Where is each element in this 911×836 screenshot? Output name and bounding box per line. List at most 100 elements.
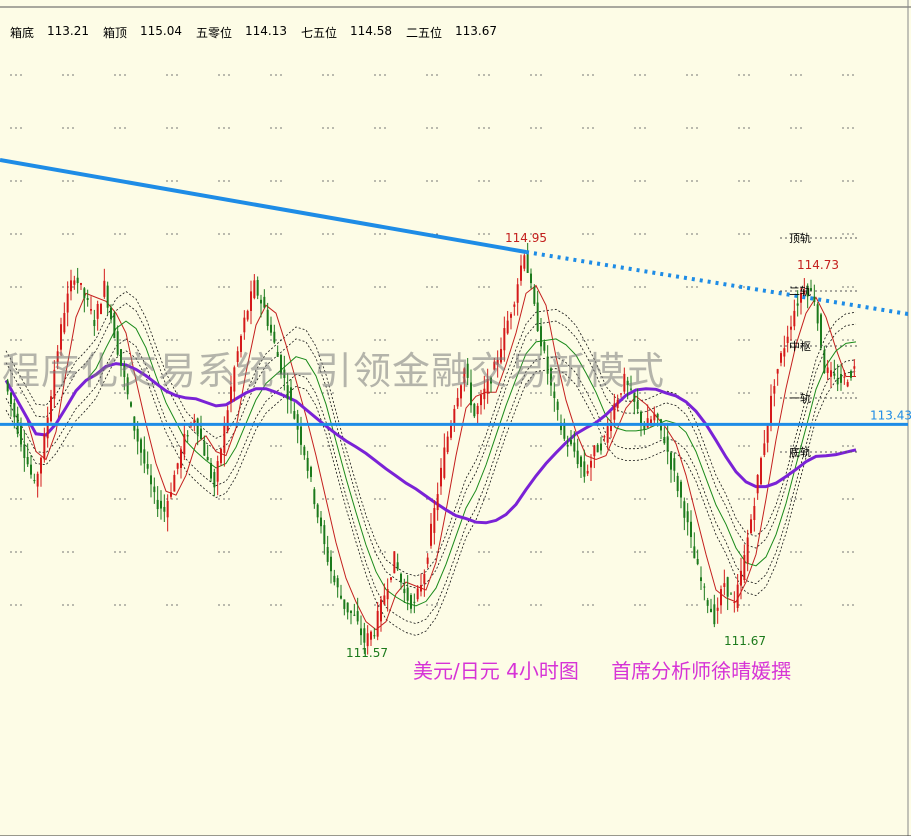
caption-title: 美元/日元 4小时图: [413, 659, 579, 683]
candle-body: [356, 611, 359, 622]
chart-canvas: 113.43 顶轨二轨中枢一轨底轨 114.95 111.57 111.67 114.73: [0, 0, 911, 836]
candle-body: [183, 433, 186, 455]
candle-body: [390, 577, 392, 580]
candle-body: [653, 413, 656, 421]
candle-body: [66, 293, 69, 313]
level-500-value: 114.13: [245, 24, 287, 38]
candle-body: [576, 450, 579, 465]
candle-body: [823, 350, 826, 373]
candle-body: [580, 456, 582, 467]
candle-body: [316, 504, 319, 518]
candle-body: [366, 633, 369, 647]
candle-body: [226, 410, 229, 432]
candle-body: [200, 428, 202, 439]
candle-body: [293, 411, 296, 419]
candle-body: [666, 436, 669, 452]
candle-body: [353, 614, 356, 616]
candle-body: [36, 473, 39, 487]
candle-body: [590, 460, 592, 468]
box-top-label: 箱顶: [103, 26, 128, 40]
candle-body: [433, 508, 436, 533]
candle-body: [70, 280, 72, 292]
candle-body: [330, 556, 332, 572]
candle-body: [76, 277, 79, 284]
channel-label: 底轨: [789, 445, 811, 459]
candle-body: [380, 599, 382, 622]
candle-body: [180, 449, 182, 468]
level-500-label: 五零位: [196, 26, 233, 40]
candle-body: [343, 599, 346, 609]
candle-body: [716, 607, 719, 611]
candle-body: [586, 470, 589, 474]
chart-caption: 美元/日元 4小时图 首席分析师徐晴媛撰: [413, 655, 791, 684]
candle-body: [446, 436, 449, 453]
candle-body: [583, 461, 586, 477]
candle-body: [703, 586, 706, 588]
candle-body: [313, 489, 316, 505]
candle-body: [700, 577, 702, 582]
candle-body: [816, 304, 819, 324]
candle-body: [256, 279, 259, 296]
candle-body: [96, 303, 99, 319]
candle-body: [456, 397, 459, 407]
candle-body: [600, 443, 602, 451]
candle-body: [760, 458, 762, 485]
candle-body: [350, 610, 352, 614]
level-250-value: 113.67: [455, 24, 497, 38]
candle-body: [763, 443, 766, 455]
candle-body: [220, 448, 222, 464]
candle-body: [606, 426, 609, 443]
candle-body: [326, 547, 329, 562]
candle-body: [506, 320, 509, 334]
candle-body: [150, 475, 152, 485]
candle-body: [476, 405, 479, 415]
candle-body: [436, 494, 439, 511]
candle-body: [106, 285, 109, 308]
candle-body: [113, 313, 116, 339]
candle-body: [696, 558, 699, 565]
candle-body: [90, 309, 92, 311]
candle-body: [813, 296, 816, 302]
candle-body: [263, 296, 266, 308]
channel-label: 顶轨: [789, 231, 811, 245]
candle-body: [30, 464, 32, 475]
candle-body: [516, 284, 519, 303]
candle-body: [346, 602, 349, 613]
candle-body: [556, 401, 559, 410]
candle-body: [776, 369, 779, 374]
candle-body: [423, 573, 426, 584]
candle-body: [536, 302, 539, 332]
candle-body: [520, 265, 522, 281]
candle-body: [723, 583, 726, 587]
candle-body: [50, 396, 52, 422]
support-line-label: 113.43: [870, 408, 911, 422]
candle-body: [310, 467, 312, 477]
candle-body: [383, 595, 386, 604]
candle-body: [110, 307, 112, 320]
price-annotation: 111.67: [724, 634, 766, 648]
candle-body: [533, 287, 536, 304]
candle-body: [616, 399, 619, 408]
candle-body: [360, 628, 362, 636]
candle-body: [573, 442, 576, 452]
candle-body: [213, 472, 216, 488]
candle-body: [153, 486, 156, 493]
candle-body: [510, 314, 512, 318]
candle-body: [663, 437, 666, 444]
candle-body: [300, 426, 302, 445]
channel-label: 中枢: [789, 339, 811, 353]
level-750-label: 七五位: [301, 26, 338, 40]
candle-body: [526, 251, 529, 273]
candle-body: [843, 376, 846, 378]
candle-body: [166, 500, 169, 518]
candle-body: [850, 371, 852, 378]
candle-body: [93, 319, 96, 327]
candle-body: [613, 403, 616, 420]
candle-body: [23, 444, 26, 459]
candle-body: [196, 418, 199, 435]
candle-body: [720, 589, 722, 606]
candle-body: [136, 428, 139, 442]
candle-body: [480, 394, 482, 406]
price-annotation: 111.57: [346, 646, 388, 660]
candle-body: [413, 601, 416, 603]
